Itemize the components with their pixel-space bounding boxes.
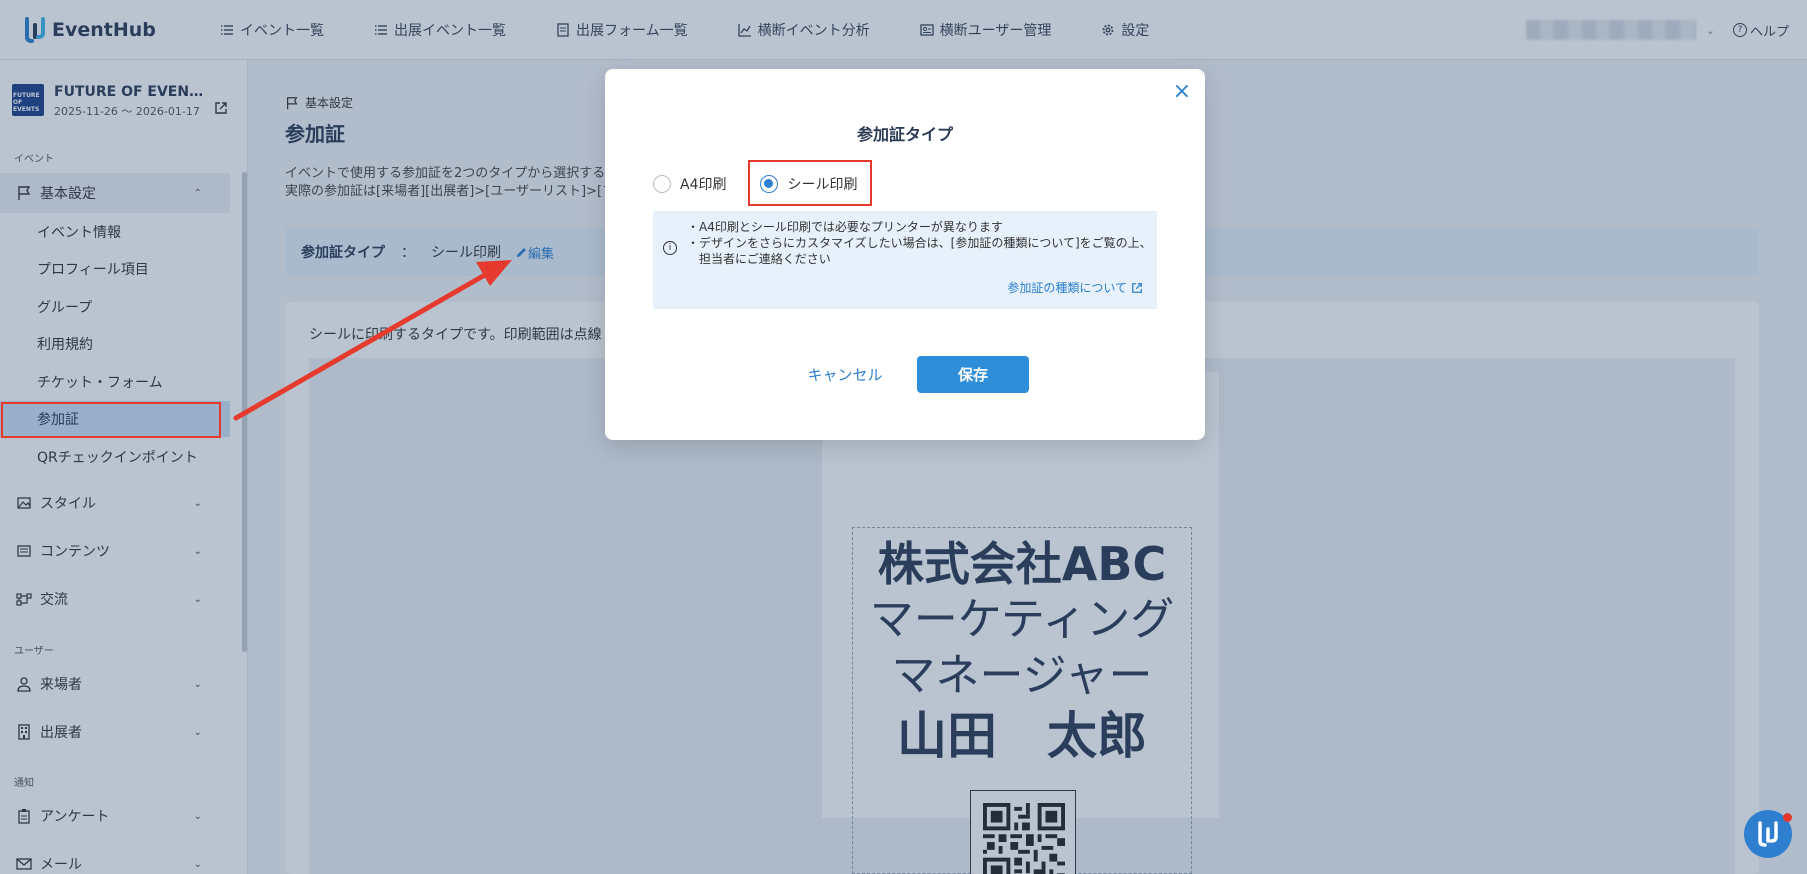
save-button[interactable]: 保存: [917, 356, 1029, 393]
cancel-button[interactable]: キャンセル: [785, 356, 905, 392]
info-line: ・A4印刷とシール印刷では必要なプリンターが異なります: [687, 220, 1003, 234]
link-label: 参加証の種類について: [1007, 281, 1127, 295]
highlight-box-sidebar: [1, 402, 221, 438]
highlight-box-radio: [748, 160, 872, 206]
info-box: i ・A4印刷とシール印刷では必要なプリンターが異なります ・デザインをさらにカ…: [653, 211, 1157, 309]
chat-logo-icon: [1758, 821, 1778, 847]
badge-type-dialog: × 参加証タイプ A4印刷 シール印刷 i ・A4印刷とシール印刷では必要なプリ…: [605, 69, 1205, 440]
info-line: 担当者にご連絡ください: [687, 252, 831, 266]
info-text: ・A4印刷とシール印刷では必要なプリンターが異なります ・デザインをさらにカスタ…: [687, 219, 1152, 267]
radio-label: A4印刷: [680, 177, 727, 193]
info-icon: i: [663, 241, 677, 255]
close-icon[interactable]: ×: [1173, 81, 1191, 103]
notification-dot: [1783, 813, 1792, 822]
dialog-title: 参加証タイプ: [856, 125, 953, 144]
info-line: ・デザインをさらにカスタマイズしたい場合は、[参加証の種類について]をご覧の上、: [687, 236, 1152, 250]
radio-circle[interactable]: [653, 175, 671, 193]
radio-a4-print[interactable]: A4印刷: [653, 174, 726, 194]
badge-types-link[interactable]: 参加証の種類について: [1007, 279, 1143, 296]
external-link-icon: [1132, 282, 1142, 293]
